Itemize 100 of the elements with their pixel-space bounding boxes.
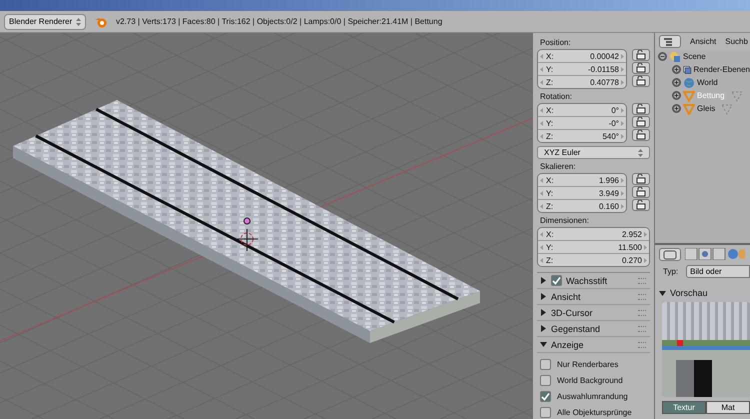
expand-icon[interactable]: [672, 78, 681, 87]
number-field[interactable]: Z: 540°: [538, 130, 626, 142]
expand-icon[interactable]: [672, 91, 681, 100]
expanded-triangle-icon: [659, 290, 666, 296]
drag-handle-icon[interactable]: [638, 294, 646, 300]
lock-icon[interactable]: [632, 103, 650, 115]
right-arrow-icon[interactable]: [621, 120, 624, 126]
right-arrow-icon[interactable]: [621, 204, 624, 208]
number-field[interactable]: Y: 11.500: [538, 241, 649, 254]
left-arrow-icon[interactable]: [540, 120, 543, 126]
checkbox[interactable]: [540, 375, 551, 386]
texture-type-dropdown[interactable]: Bild oder: [686, 265, 750, 278]
scene-icon: [669, 50, 681, 62]
lock-icon[interactable]: [632, 186, 650, 198]
number-field[interactable]: X: 0°: [538, 104, 626, 117]
left-arrow-icon[interactable]: [540, 204, 543, 208]
menu-item[interactable]: Suchb: [725, 37, 748, 46]
group-label: Skalieren:: [540, 162, 577, 171]
lock-icon[interactable]: [632, 62, 650, 74]
drag-handle-icon[interactable]: [638, 326, 646, 332]
panel-title: 3D-Cursor: [551, 308, 594, 318]
panel-header[interactable]: Wachsstift: [537, 273, 650, 289]
left-arrow-icon[interactable]: [540, 80, 543, 84]
checkbox-label: Nur Renderbares: [557, 360, 618, 369]
render-engine-dropdown[interactable]: Blender Renderer: [4, 14, 86, 30]
up-down-arrows-icon: [76, 18, 81, 26]
lock-icon[interactable]: [632, 129, 650, 141]
right-arrow-icon[interactable]: [644, 232, 647, 236]
type-label: Typ:: [663, 267, 678, 276]
left-arrow-icon[interactable]: [540, 108, 543, 112]
right-arrow-icon[interactable]: [621, 80, 624, 84]
checkbox-label: World Background: [557, 376, 623, 385]
number-field[interactable]: Y: -0.01158: [538, 63, 626, 76]
up-down-arrows-icon: [638, 148, 643, 156]
collapse-icon[interactable]: [658, 52, 667, 61]
globe-icon: [683, 76, 695, 88]
panel-header[interactable]: Anzeige: [537, 337, 650, 353]
panel-title: Anzeige: [551, 340, 585, 350]
lock-icon[interactable]: [632, 173, 650, 185]
checkbox[interactable]: [540, 391, 551, 402]
number-field[interactable]: X: 0.00042: [538, 50, 626, 63]
number-field[interactable]: Y: 3.949: [538, 187, 626, 200]
checkbox-label: Auswahlumrandung: [557, 392, 628, 401]
panel-header[interactable]: 3D-Cursor: [537, 305, 650, 321]
drag-handle-icon[interactable]: [638, 310, 646, 316]
group-label: Rotation:: [540, 92, 574, 101]
group-label: Dimensionen:: [540, 216, 590, 225]
expand-icon[interactable]: [672, 104, 681, 113]
scene-statistics: v2.73 | Verts:173 | Faces:80 | Tris:162 | Objects:0/2 | Lamps:0/0 | Speicher:21.41M | Bettung: [116, 17, 442, 26]
lock-icon[interactable]: [632, 116, 650, 128]
editor-type-button[interactable]: [659, 248, 681, 261]
number-field[interactable]: X: 1.996: [538, 174, 626, 187]
drag-handle-icon[interactable]: [638, 342, 646, 348]
right-arrow-icon[interactable]: [644, 244, 647, 250]
left-arrow-icon[interactable]: [540, 244, 543, 250]
lock-icon[interactable]: [632, 75, 650, 87]
tab[interactable]: Mat: [706, 401, 750, 414]
left-arrow-icon[interactable]: [540, 134, 543, 138]
left-arrow-icon[interactable]: [540, 232, 543, 236]
left-arrow-icon[interactable]: [540, 66, 543, 72]
panel-title: Vorschau: [670, 288, 708, 298]
checkbox[interactable]: [540, 359, 551, 370]
number-field[interactable]: Z: 0.270: [538, 254, 649, 266]
right-arrow-icon[interactable]: [621, 190, 624, 196]
right-arrow-icon[interactable]: [621, 54, 624, 58]
lock-icon[interactable]: [632, 199, 650, 211]
tree-item[interactable]: Scene: [683, 52, 706, 61]
right-arrow-icon[interactable]: [644, 258, 647, 262]
context-tabs-icon[interactable]: [685, 248, 745, 261]
right-arrow-icon[interactable]: [621, 66, 624, 72]
menu-item[interactable]: Ansicht: [690, 37, 716, 46]
editor-type-button[interactable]: [659, 35, 681, 48]
panel-header[interactable]: Ansicht: [537, 289, 650, 305]
left-arrow-icon[interactable]: [540, 190, 543, 196]
left-arrow-icon[interactable]: [540, 258, 543, 262]
checkbox[interactable]: [551, 275, 562, 286]
tree-item[interactable]: Gleis: [697, 104, 716, 113]
left-arrow-icon[interactable]: [540, 54, 543, 58]
number-field[interactable]: X: 2.952: [538, 228, 649, 241]
panel-header[interactable]: Gegenstand: [537, 321, 650, 337]
drag-handle-icon[interactable]: [638, 278, 646, 284]
checkbox[interactable]: [540, 407, 551, 418]
number-field[interactable]: Y: -0°: [538, 117, 626, 130]
number-field[interactable]: Z: 0.40778: [538, 76, 626, 88]
properties-icon: [663, 250, 677, 260]
right-arrow-icon[interactable]: [621, 134, 624, 138]
number-field[interactable]: Z: 0.160: [538, 200, 626, 212]
right-arrow-icon[interactable]: [621, 108, 624, 112]
lock-icon[interactable]: [632, 49, 650, 61]
mesh-triangle-icon: [683, 90, 695, 102]
blender-logo-icon: [94, 16, 108, 28]
panel-header[interactable]: Vorschau: [659, 288, 750, 298]
tree-item[interactable]: World: [697, 78, 718, 87]
expand-icon[interactable]: [672, 65, 681, 74]
tree-item[interactable]: Render-Ebenen: [694, 65, 750, 74]
left-arrow-icon[interactable]: [540, 178, 543, 182]
rotation-mode-dropdown[interactable]: XYZ Euler: [537, 146, 650, 159]
tab[interactable]: Textur: [662, 401, 706, 414]
right-arrow-icon[interactable]: [621, 178, 624, 182]
vertex-icon: [721, 102, 734, 114]
